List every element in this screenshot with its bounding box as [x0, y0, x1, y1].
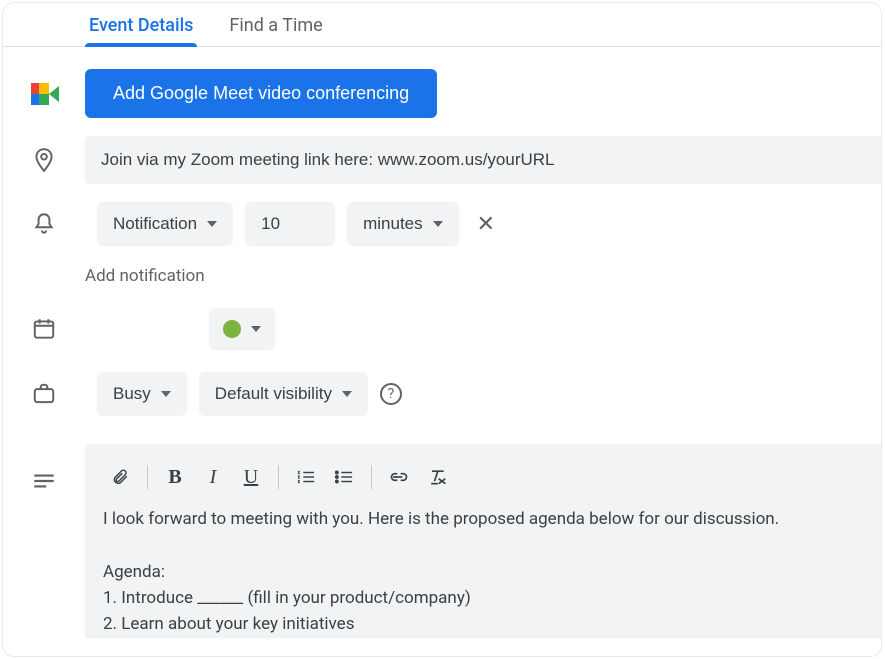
- description-editor[interactable]: B I U: [85, 444, 881, 638]
- attachment-button[interactable]: [103, 462, 137, 492]
- chevron-down-icon: [433, 221, 443, 227]
- bulleted-list-icon: [335, 469, 353, 485]
- location-input[interactable]: [85, 136, 881, 184]
- tab-event-details[interactable]: Event Details: [85, 7, 197, 46]
- bell-icon: [31, 211, 57, 237]
- location-icon: [31, 147, 57, 173]
- description-icon: [31, 468, 57, 494]
- briefcase-icon: [31, 381, 57, 407]
- remove-notification-button[interactable]: ✕: [471, 212, 501, 237]
- conferencing-row: Add Google Meet video conferencing: [3, 69, 881, 118]
- event-tabs: Event Details Find a Time: [3, 3, 881, 47]
- availability-row: Busy Default visibility ?: [3, 372, 881, 416]
- availability-label: Busy: [113, 384, 151, 404]
- chevron-down-icon: [161, 391, 171, 397]
- availability-dropdown[interactable]: Busy: [97, 372, 187, 416]
- chevron-down-icon: [342, 391, 352, 397]
- tab-find-a-time[interactable]: Find a Time: [225, 7, 326, 46]
- notification-value-input[interactable]: [245, 202, 335, 246]
- location-row: [3, 136, 881, 184]
- notification-type-label: Notification: [113, 214, 197, 234]
- underline-button[interactable]: U: [234, 462, 268, 492]
- chevron-down-icon: [207, 221, 217, 227]
- notification-row: Notification minutes ✕: [3, 202, 881, 246]
- add-notification-link[interactable]: Add notification: [85, 266, 205, 286]
- add-video-conferencing-button[interactable]: Add Google Meet video conferencing: [85, 69, 437, 118]
- link-button[interactable]: [382, 462, 416, 492]
- help-icon[interactable]: ?: [380, 383, 402, 405]
- add-notification-row: Add notification: [3, 266, 881, 286]
- numbered-list-icon: [297, 469, 315, 485]
- event-color-dropdown[interactable]: [209, 308, 275, 350]
- numbered-list-button[interactable]: [289, 462, 323, 492]
- description-textarea[interactable]: I look forward to meeting with you. Here…: [103, 506, 863, 638]
- clear-format-icon: [427, 468, 447, 486]
- visibility-dropdown[interactable]: Default visibility: [199, 372, 368, 416]
- notification-unit-label: minutes: [363, 214, 423, 234]
- calendar-icon: [31, 316, 57, 342]
- google-meet-icon: [31, 83, 59, 105]
- notification-unit-dropdown[interactable]: minutes: [347, 202, 459, 246]
- chevron-down-icon: [251, 326, 261, 332]
- color-swatch: [223, 320, 241, 338]
- bulleted-list-button[interactable]: [327, 462, 361, 492]
- notification-type-dropdown[interactable]: Notification: [97, 202, 233, 246]
- clear-formatting-button[interactable]: [420, 462, 454, 492]
- paperclip-icon: [111, 467, 129, 487]
- calendar-row: [3, 308, 881, 350]
- editor-toolbar: B I U: [103, 462, 863, 506]
- visibility-label: Default visibility: [215, 384, 332, 404]
- italic-button[interactable]: I: [196, 462, 230, 492]
- link-icon: [389, 471, 409, 483]
- bold-button[interactable]: B: [158, 462, 192, 492]
- description-row: B I U: [3, 444, 881, 638]
